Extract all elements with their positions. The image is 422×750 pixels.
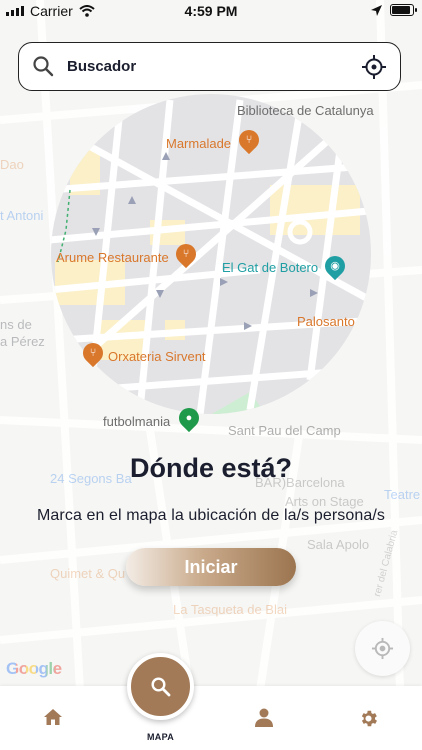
search-icon [151,677,171,697]
map-label: t Antoni [0,208,44,223]
map-label: La Tasqueta de Blai [173,602,287,617]
home-icon[interactable] [43,708,63,726]
google-wordmark: Google [6,659,62,678]
map-label: Sala Apolo [307,537,370,552]
map-view[interactable]: Dao t Antoni ns de a Pérez 24 Segons Ba … [0,0,422,691]
status-right [371,4,417,16]
search-icon [33,56,54,77]
search-input[interactable]: Buscador [67,58,136,75]
tab-label-mapa: MAPA [146,732,175,742]
battery-level [392,6,410,14]
map-tab-button[interactable] [127,653,194,720]
location-arrow-icon [371,4,382,16]
map-label-futbolmania: futbolmania [103,414,171,429]
map-label: Teatre [384,487,421,502]
map-label-sant-pau: Sant Pau del Camp [228,423,341,438]
map-label-palosanto: Palosanto [297,314,355,329]
gear-icon[interactable] [358,708,379,729]
restaurant-pin-icon[interactable]: ⑂ [234,125,264,155]
page-subtitle: Marca en el mapa la ubicación de la/s pe… [36,507,385,524]
map-label: a Pérez [0,334,45,349]
user-icon[interactable] [254,708,274,727]
my-location-button[interactable] [355,621,410,676]
google-attribution: Google [6,659,62,679]
crosshair-icon[interactable] [362,55,386,79]
restaurant-pin-icon[interactable]: ⑂ [171,239,201,269]
restaurant-pin-icon[interactable]: ⑂ [78,338,108,368]
map-label-biblioteca: Biblioteca de Catalunya [237,103,374,118]
tab-bar [0,686,422,750]
status-time: 4:59 PM [184,3,238,19]
map-label: ns de [0,317,32,332]
camera-pin-icon[interactable]: ◉ [320,251,350,281]
search-bar[interactable]: Buscador [18,42,401,91]
map-label: Quimet & Qu [50,566,126,581]
start-button[interactable]: Iniciar [126,548,296,586]
map-label-orxateria: Orxateria Sirvent [108,349,206,364]
status-bar: Carrier 4:59 PM [0,0,422,22]
page-title: Dónde está? [129,453,293,483]
map-label-marmalade: Marmalade [166,136,232,151]
compass-icon [371,637,394,660]
battery-icon [390,4,417,16]
map-label: Dao [0,157,24,172]
map-label-arume: Arume Restaurante [56,250,169,265]
map-label-gat-botero: El Gat de Botero [222,260,319,275]
park-pin-icon[interactable]: ● [174,403,204,433]
